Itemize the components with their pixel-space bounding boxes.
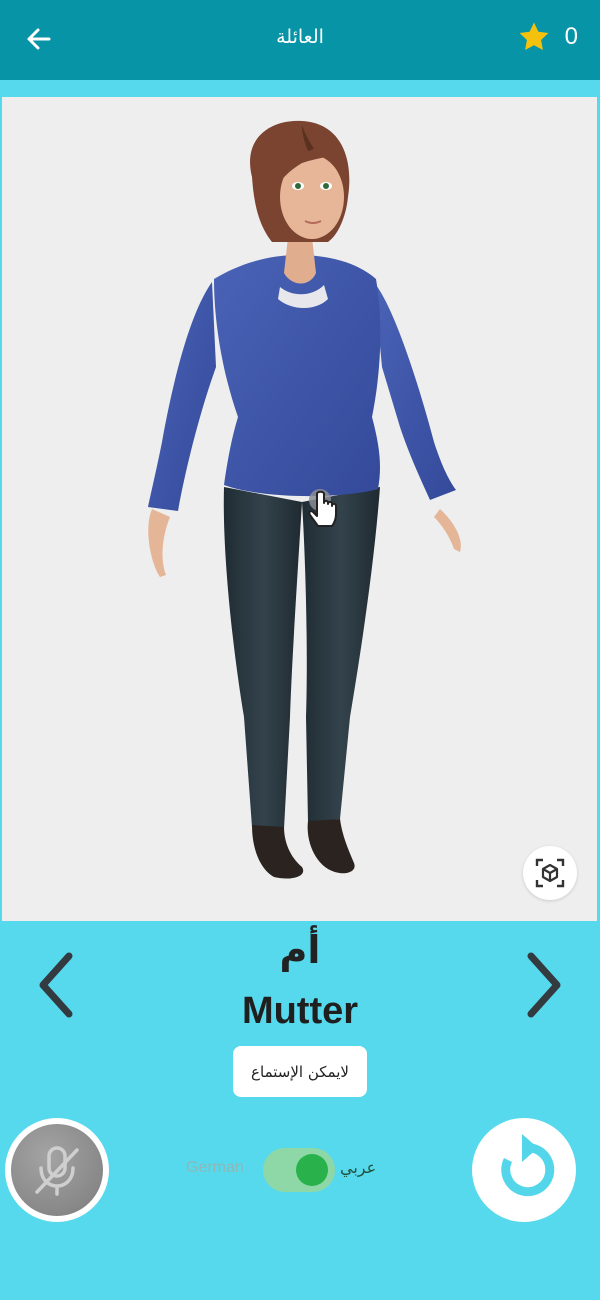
audio-unavailable-badge: لايمكن الإستماع xyxy=(233,1046,367,1097)
microphone-button[interactable] xyxy=(5,1118,109,1222)
hand-pointer-icon xyxy=(308,489,337,527)
language-toggle[interactable]: German عربي xyxy=(186,1148,386,1192)
next-word-button[interactable] xyxy=(520,945,570,1025)
cube-scan-icon xyxy=(535,858,565,888)
word-arabic: أم xyxy=(279,928,321,972)
ar-view-button[interactable] xyxy=(523,846,577,900)
mic-button-face xyxy=(11,1124,103,1216)
score-display: 0 xyxy=(517,20,578,54)
language-switch[interactable] xyxy=(263,1148,335,1192)
toggle-label-german: German xyxy=(186,1159,244,1176)
score-value: 0 xyxy=(564,23,578,50)
mic-off-icon xyxy=(35,1146,79,1196)
star-icon xyxy=(519,22,549,51)
chevron-right-icon xyxy=(527,952,561,1018)
app-header: العائلة 0 xyxy=(0,0,600,80)
page-title: العائلة xyxy=(276,26,324,48)
rotate-ccw-icon xyxy=(501,1134,555,1197)
word-german: Mutter xyxy=(241,990,359,1032)
switch-knob xyxy=(296,1154,328,1186)
model-viewer[interactable] xyxy=(2,97,597,921)
toggle-label-arabic: عربي xyxy=(340,1158,377,1177)
replay-button[interactable] xyxy=(472,1118,576,1222)
